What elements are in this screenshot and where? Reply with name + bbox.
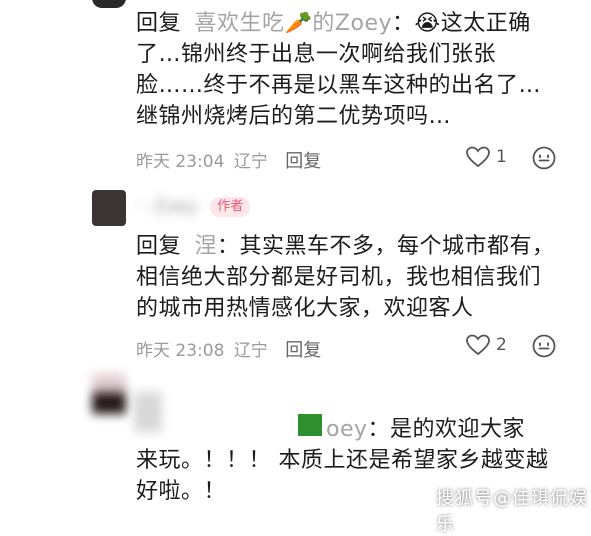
reply-prefix: 回复 xyxy=(136,234,182,259)
colon: ： xyxy=(392,11,415,36)
heart-icon xyxy=(466,146,490,168)
like-button[interactable]: 1 xyxy=(466,146,507,168)
comment-time: 昨天 23:08 xyxy=(136,341,225,361)
reply-to-name[interactable]: 喜欢生吃🥕的Zoey xyxy=(195,11,392,36)
reply-button[interactable]: 回复 xyxy=(285,340,321,361)
comment-line: 继锦州烧烤后的第二优势项吗… xyxy=(136,104,452,129)
comment-location: 辽宁 xyxy=(233,341,268,361)
comment-line: 了…锦州终于出息一次啊给我们张张 xyxy=(136,42,497,67)
reply-prefix: 回复 xyxy=(136,11,182,36)
avatar[interactable] xyxy=(92,190,126,226)
comment-meta: 昨天 23:08 辽宁 回复 xyxy=(136,336,321,362)
crying-emoji-icon: 😭 xyxy=(414,11,441,36)
emoji-reaction-icon[interactable] xyxy=(532,334,556,358)
author-name[interactable]: ·· Zoey xyxy=(136,196,198,217)
comment-line: ：其实黑车不多，每个城市都有， xyxy=(217,234,555,259)
comment-line: ：是的欢迎大家 xyxy=(367,417,526,442)
comment-meta: 昨天 23:04 辽宁 回复 xyxy=(136,147,321,173)
watermark-text: 搜狐号@佳琪侃娱乐 xyxy=(436,488,588,535)
like-count: 2 xyxy=(496,335,507,355)
comment-line: 这太正确 xyxy=(440,11,531,36)
like-button[interactable]: 2 xyxy=(466,334,507,356)
comment-text: 回复 喜欢生吃🥕的Zoey：😭这太正确 了…锦州终于出息一次啊给我们张张 脸……… xyxy=(136,8,576,132)
comment-location: 辽宁 xyxy=(233,152,268,172)
comment-line: 相信绝大部分都是好司机，我也相信我们 xyxy=(136,265,542,290)
avatar[interactable] xyxy=(92,372,126,414)
heart-icon xyxy=(466,334,490,356)
comment-author-row: ·· Zoey 作者 xyxy=(136,196,251,217)
comment-line: 的城市用热情感化大家，欢迎客人 xyxy=(136,296,474,321)
comment-time: 昨天 23:04 xyxy=(136,152,225,172)
author-badge: 作者 xyxy=(210,196,251,217)
reply-button[interactable]: 回复 xyxy=(285,151,321,172)
comment-line: 来玩。！！！ 本质上还是希望家乡越变越 xyxy=(136,448,549,473)
comment-text: 回复 涅：其实黑车不多，每个城市都有， 相信绝大部分都是好司机，我也相信我们 的… xyxy=(136,231,576,324)
avatar[interactable] xyxy=(92,0,126,8)
reply-to-name[interactable]: oey xyxy=(326,417,368,442)
emoji-reaction-icon[interactable] xyxy=(532,146,556,170)
comment-line: 好啦。！ xyxy=(136,479,227,504)
comment-line: 脸……终于不再是以黑车这种的出名了… xyxy=(136,73,542,98)
reply-to-name[interactable]: 涅 xyxy=(195,234,218,259)
like-count: 1 xyxy=(496,147,507,167)
avatar-image xyxy=(92,372,126,414)
